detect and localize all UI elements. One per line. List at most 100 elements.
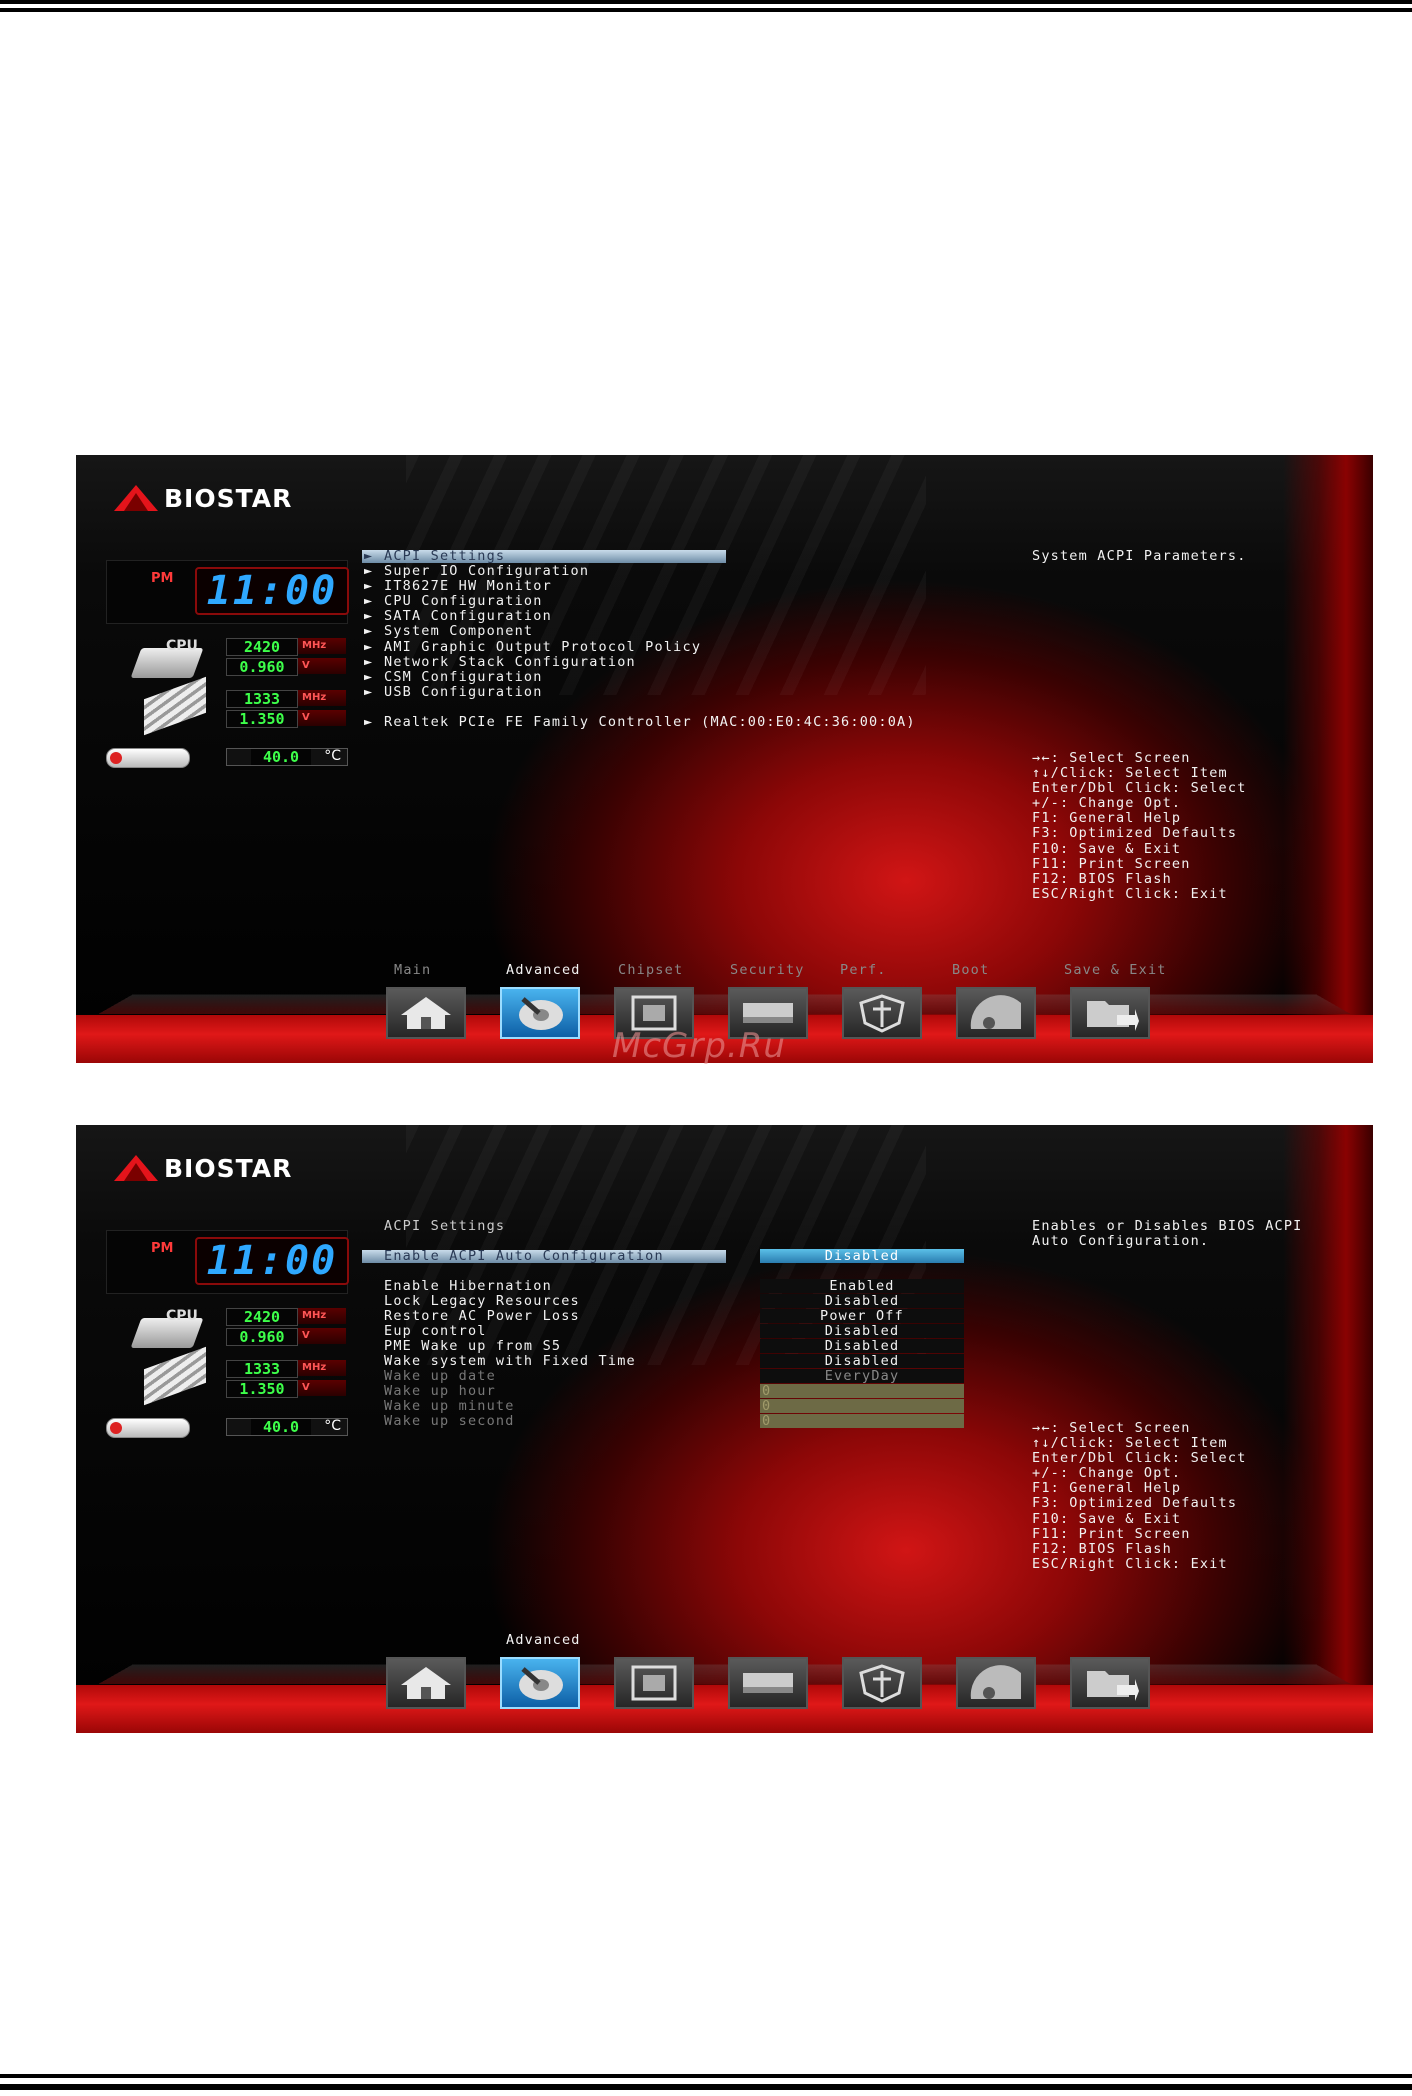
key-help-line: F3: Optimized Defaults (1032, 1495, 1238, 1512)
key-help-line: F3: Optimized Defaults (1032, 825, 1238, 842)
brand-name: BIOSTAR (164, 483, 293, 513)
setting-value: 0 (760, 1384, 964, 1399)
cpu-label: CPU (166, 1308, 198, 1324)
setting-restore-ac-power-loss[interactable]: Restore AC Power Loss Power Off (384, 1309, 964, 1324)
menu-item-system-component[interactable]: ► System Component (364, 624, 916, 639)
setting-value[interactable]: Disabled (760, 1249, 964, 1264)
tab-bar: Advanced (76, 1632, 1373, 1648)
menu-item-super-io[interactable]: ► Super IO Configuration (364, 563, 916, 579)
setting-label: Enable ACPI Auto Configuration (384, 1248, 664, 1264)
menu-item-label: USB Configuration (384, 683, 543, 700)
key-help-line: Enter/Dbl Click: Select (1032, 780, 1247, 797)
tab-advanced[interactable]: Advanced (506, 1632, 581, 1648)
key-help-line: F1: General Help (1032, 810, 1182, 827)
status-panel: PM 11:00 CPU 2420 MHz 0.960 V 1333 MHz 1… (106, 1230, 356, 1470)
home-icon (401, 997, 451, 1029)
cpu-frequency: 2420 (226, 638, 298, 656)
tab-save-exit[interactable]: Save & Exit (1064, 962, 1167, 978)
nav-save-exit-button[interactable] (1070, 987, 1150, 1039)
setting-lock-legacy-resources[interactable]: Lock Legacy Resources Disabled (384, 1293, 964, 1309)
tab-bar: Main Advanced Chipset Security Perf. Boo… (76, 962, 1373, 978)
setting-value[interactable]: Enabled (760, 1279, 964, 1294)
key-help-line: F12: BIOS Flash (1032, 1540, 1172, 1557)
temperature-unit: °C (324, 1418, 341, 1434)
brand-name: BIOSTAR (164, 1153, 293, 1183)
setting-value[interactable]: Disabled (760, 1339, 964, 1354)
key-help-line: ESC/Right Click: Exit (1032, 885, 1228, 902)
clock-time: 11:00 (195, 567, 349, 615)
memory-icon (144, 676, 206, 736)
temperature-value: 40.0 (251, 1419, 311, 1435)
key-help-line: F11: Print Screen (1032, 1525, 1191, 1542)
menu-item-acpi-settings[interactable]: ► ACPI Settings (362, 548, 916, 564)
setting-eup-control[interactable]: Eup control Disabled (384, 1324, 964, 1339)
save-exit-icon (1087, 1671, 1139, 1701)
biostar-logo: BIOSTAR (112, 1153, 292, 1183)
tab-chipset[interactable]: Chipset (618, 962, 683, 978)
setting-value[interactable]: Disabled (760, 1294, 964, 1309)
setting-enable-hibernation[interactable]: Enable Hibernation Enabled (384, 1279, 964, 1294)
nav-perf-button[interactable] (842, 1657, 922, 1709)
chipset-icon (631, 1665, 677, 1701)
tab-security[interactable]: Security (730, 962, 805, 978)
nav-main-button[interactable] (386, 987, 466, 1039)
cpu-voltage-unit: V (298, 658, 346, 674)
tab-advanced[interactable]: Advanced (506, 962, 581, 978)
setting-value[interactable]: Power Off (760, 1309, 964, 1324)
setting-pme-wake-up-s5[interactable]: PME Wake up from S5 Disabled (384, 1339, 964, 1354)
biostar-logo: BIOSTAR (112, 483, 292, 513)
setting-wake-fixed-time[interactable]: Wake system with Fixed Time Disabled (384, 1353, 964, 1369)
setting-label: Wake system with Fixed Time (384, 1353, 636, 1369)
menu-item-label: IT8627E HW Monitor (384, 578, 552, 595)
menu-item-usb-configuration[interactable]: ► USB Configuration (364, 683, 916, 700)
submenu-arrow-icon: ► (364, 623, 374, 640)
clock-display: PM 11:00 (106, 1230, 349, 1294)
nav-main-button[interactable] (386, 1657, 466, 1709)
thermometer-icon (106, 748, 190, 768)
nav-boot-button[interactable] (956, 987, 1036, 1039)
memory-voltage-unit: V (298, 710, 346, 726)
acpi-settings-list: ACPI Settings Enable ACPI Auto Configura… (362, 1218, 964, 1429)
setting-wake-up-date: Wake up date EveryDay (384, 1369, 964, 1384)
key-help-line: +/-: Change Opt. (1032, 1465, 1182, 1482)
key-help-line: →←: Select Screen (1032, 1420, 1191, 1436)
setting-label: Lock Legacy Resources (384, 1293, 580, 1309)
tab-main[interactable]: Main (394, 962, 431, 978)
boot-icon (970, 1665, 1021, 1699)
menu-item-network-stack[interactable]: ► Network Stack Configuration (364, 653, 916, 670)
setting-wake-up-second: Wake up second 0 (384, 1414, 964, 1429)
section-title: ACPI Settings (384, 1218, 506, 1234)
menu-item-csm-configuration[interactable]: ► CSM Configuration (364, 668, 916, 685)
item-help-text: System ACPI Parameters. (1032, 548, 1247, 564)
ampm-label: PM (151, 1241, 174, 1256)
nav-advanced-button[interactable] (500, 987, 580, 1039)
cpu-frequency-unit: MHz (298, 1308, 346, 1324)
memory-voltage: 1.350 (226, 1380, 298, 1398)
key-help-line: F1: General Help (1032, 1480, 1182, 1497)
tab-perf[interactable]: Perf. (840, 962, 887, 978)
nav-boot-button[interactable] (956, 1657, 1036, 1709)
nav-perf-button[interactable] (842, 987, 922, 1039)
setting-label: Wake up minute (384, 1398, 515, 1414)
nav-chipset-button[interactable] (614, 1657, 694, 1709)
setting-value[interactable]: Disabled (760, 1354, 964, 1369)
boot-icon (970, 995, 1021, 1029)
cpu-voltage: 0.960 (226, 658, 298, 676)
temperature-unit: °C (324, 748, 341, 764)
advanced-icon (519, 997, 563, 1030)
bios-screen-acpi-settings: BIOSTAR PM 11:00 CPU 2420 MHz 0.960 V 13… (76, 1125, 1373, 1733)
advanced-icon (519, 1667, 563, 1700)
tab-boot[interactable]: Boot (952, 962, 989, 978)
submenu-arrow-icon: ► (364, 653, 374, 670)
key-help-line: +/-: Change Opt. (1032, 795, 1182, 812)
setting-value[interactable]: Disabled (760, 1324, 964, 1339)
menu-item-realtek-nic[interactable]: ► Realtek PCIe FE Family Controller (MAC:… (364, 714, 916, 730)
nav-security-button[interactable] (728, 1657, 808, 1709)
nav-save-exit-button[interactable] (1070, 1657, 1150, 1709)
menu-spacer (364, 700, 916, 715)
menu-item-gop-policy[interactable]: ► AMI Graphic Output Protocol Policy (364, 639, 916, 655)
menu-item-label: CSM Configuration (384, 668, 543, 685)
key-help: →←: Select Screen ↑↓/Click: Select Item … (1032, 1420, 1247, 1572)
setting-enable-acpi-auto-configuration[interactable]: Enable ACPI Auto Configuration Disabled (362, 1248, 964, 1264)
nav-advanced-button[interactable] (500, 1657, 580, 1709)
